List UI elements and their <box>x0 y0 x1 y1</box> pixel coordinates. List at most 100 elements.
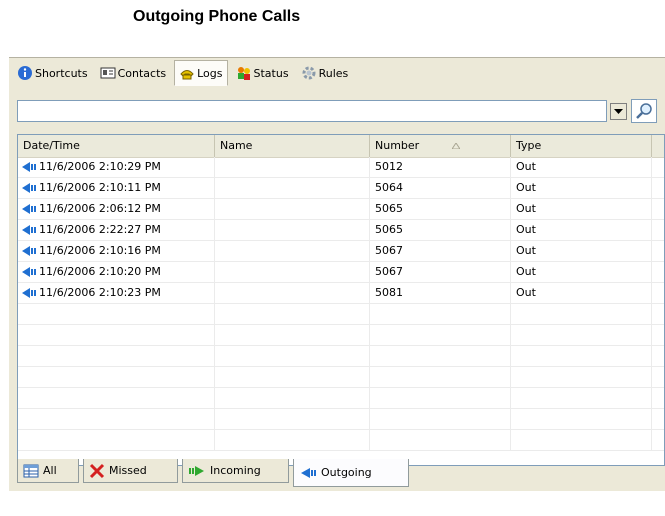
type-value: Out <box>516 202 536 215</box>
outgoing-call-icon <box>22 288 36 298</box>
phone-log-icon <box>179 65 195 81</box>
table-row[interactable]: 11/6/2006 2:22:27 PM 5065 Out <box>18 220 664 241</box>
cell-number <box>370 325 511 345</box>
cell-type <box>511 346 652 366</box>
main-toolbar: Shortcuts Contacts Logs Status Rules <box>9 58 665 88</box>
toolbar-rules-label: Rules <box>318 66 349 80</box>
phone-app-window: Shortcuts Contacts Logs Status Rules Dat… <box>9 57 665 491</box>
cell-datetime <box>18 409 215 429</box>
cell-datetime <box>18 430 215 450</box>
tab-outgoing[interactable]: Outgoing <box>293 459 409 487</box>
cell-type: Out <box>511 157 652 177</box>
search-input[interactable] <box>17 100 607 122</box>
toolbar-status[interactable]: Status <box>232 61 293 85</box>
table-row[interactable]: 11/6/2006 2:10:20 PM 5067 Out <box>18 262 664 283</box>
toolbar-rules[interactable]: Rules <box>297 61 353 85</box>
tab-missed[interactable]: Missed <box>83 459 178 483</box>
search-row <box>17 99 665 123</box>
cell-name <box>215 178 370 198</box>
cell-datetime <box>18 388 215 408</box>
type-value: Out <box>516 244 536 257</box>
cell-number: 5067 <box>370 262 511 282</box>
table-row[interactable]: 11/6/2006 2:10:29 PM 5012 Out <box>18 157 664 178</box>
cell-name <box>215 304 370 324</box>
cell-number: 5065 <box>370 220 511 240</box>
toolbar-logs-label: Logs <box>197 66 223 80</box>
cell-type <box>511 388 652 408</box>
cell-type: Out <box>511 199 652 219</box>
type-value: Out <box>516 160 536 173</box>
toolbar-shortcuts-label: Shortcuts <box>35 66 88 80</box>
cell-name <box>215 346 370 366</box>
empty-table-row <box>18 367 664 388</box>
datetime-value: 11/6/2006 2:10:29 PM <box>39 160 161 173</box>
cell-type <box>511 304 652 324</box>
cell-type: Out <box>511 283 652 303</box>
cell-datetime <box>18 346 215 366</box>
toolbar-logs[interactable]: Logs <box>174 60 228 86</box>
number-value: 5065 <box>375 202 403 215</box>
number-value: 5065 <box>375 223 403 236</box>
empty-table-row <box>18 346 664 367</box>
cell-number: 5012 <box>370 157 511 177</box>
type-value: Out <box>516 265 536 278</box>
cell-number <box>370 430 511 450</box>
cell-datetime: 11/6/2006 2:10:11 PM <box>18 178 215 198</box>
cell-type <box>511 367 652 387</box>
outgoing-call-icon <box>22 246 36 256</box>
cell-name <box>215 262 370 282</box>
cell-name <box>215 241 370 261</box>
cell-number: 5064 <box>370 178 511 198</box>
search-icon <box>636 103 652 119</box>
cell-name <box>215 409 370 429</box>
column-header-name[interactable]: Name <box>215 135 370 157</box>
type-value: Out <box>516 223 536 236</box>
cell-number: 5081 <box>370 283 511 303</box>
datetime-value: 11/6/2006 2:22:27 PM <box>39 223 161 236</box>
info-icon <box>17 65 33 81</box>
cell-name <box>215 199 370 219</box>
contacts-card-icon <box>100 65 116 81</box>
table-row[interactable]: 11/6/2006 2:06:12 PM 5065 Out <box>18 199 664 220</box>
outgoing-call-icon <box>22 162 36 172</box>
type-value: Out <box>516 286 536 299</box>
table-row[interactable]: 11/6/2006 2:10:16 PM 5067 Out <box>18 241 664 262</box>
cell-name <box>215 367 370 387</box>
cell-datetime: 11/6/2006 2:06:12 PM <box>18 199 215 219</box>
red-x-icon <box>89 463 105 478</box>
outgoing-call-icon <box>22 204 36 214</box>
cell-number <box>370 409 511 429</box>
number-value: 5012 <box>375 160 403 173</box>
cell-number: 5065 <box>370 199 511 219</box>
cell-type <box>511 325 652 345</box>
empty-table-row <box>18 304 664 325</box>
toolbar-status-label: Status <box>253 66 289 80</box>
outgoing-call-icon <box>22 225 36 235</box>
table-row[interactable]: 11/6/2006 2:10:11 PM 5064 Out <box>18 178 664 199</box>
cell-datetime <box>18 304 215 324</box>
cell-datetime <box>18 325 215 345</box>
datetime-value: 11/6/2006 2:06:12 PM <box>39 202 161 215</box>
tab-all[interactable]: All <box>17 459 79 483</box>
toolbar-contacts[interactable]: Contacts <box>96 61 171 85</box>
table-header: Date/Time Name Number Type <box>18 135 664 158</box>
cell-number <box>370 367 511 387</box>
cell-datetime <box>18 367 215 387</box>
search-button[interactable] <box>631 99 657 123</box>
cell-datetime: 11/6/2006 2:10:16 PM <box>18 241 215 261</box>
column-header-number[interactable]: Number <box>370 135 511 157</box>
column-header-type[interactable]: Type <box>511 135 652 157</box>
call-log-table: Date/Time Name Number Type 11/6/2006 2:1… <box>17 134 665 466</box>
green-arrow-icon <box>189 465 204 476</box>
table-row[interactable]: 11/6/2006 2:10:23 PM 5081 Out <box>18 283 664 304</box>
column-header-datetime[interactable]: Date/Time <box>18 135 215 157</box>
number-value: 5067 <box>375 265 403 278</box>
cell-datetime: 11/6/2006 2:10:23 PM <box>18 283 215 303</box>
toolbar-shortcuts[interactable]: Shortcuts <box>13 61 92 85</box>
tab-incoming[interactable]: Incoming <box>182 459 289 483</box>
dropdown-button[interactable] <box>610 103 627 120</box>
cell-type: Out <box>511 178 652 198</box>
gear-icon <box>301 65 317 81</box>
filter-tabs: All Missed Incoming Outgoing <box>17 459 665 487</box>
cell-name <box>215 430 370 450</box>
